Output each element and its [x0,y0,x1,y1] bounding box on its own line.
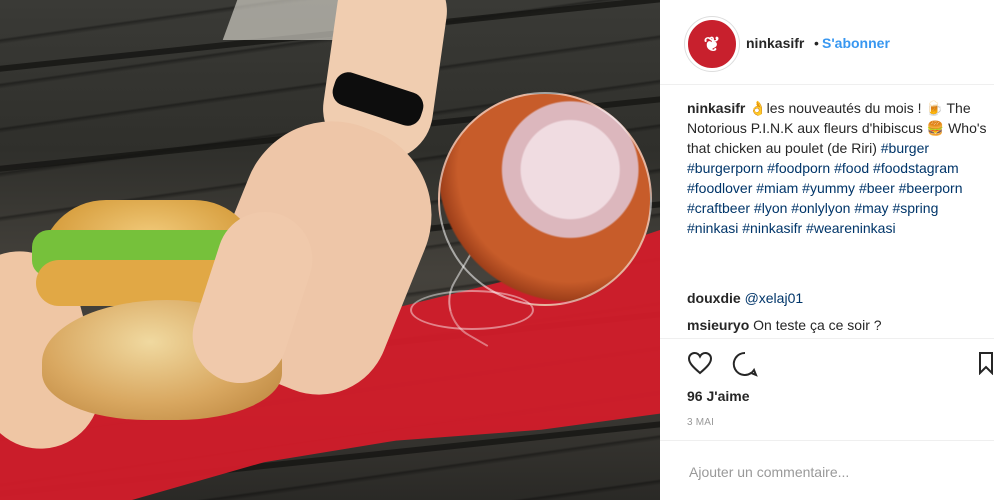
heart-icon[interactable] [687,351,713,379]
post-photo[interactable] [0,0,660,500]
like-count[interactable]: 96 J'aime [687,388,750,404]
speech-bubble-icon[interactable] [732,351,758,381]
post-date: 3 MAI [687,417,715,428]
comment-username[interactable]: douxdie [687,290,741,306]
header-username[interactable]: ninkasifr [746,35,804,51]
comment-text: On teste ça ce soir ? [753,317,882,333]
comment-username[interactable]: msieuryo [687,317,749,333]
post-header: ❦ ninkasifr • S'abonner [660,0,994,85]
instagram-post: ❦ ninkasifr • S'abonner ninkasifr 👌les n… [0,0,994,500]
ninkasi-logo-icon[interactable]: ❦ [685,17,739,71]
follow-button[interactable]: S'abonner [822,35,890,51]
beer-glass [438,92,652,306]
header-separator: • [814,35,819,51]
bookmark-icon[interactable] [978,351,994,379]
comment-input[interactable] [687,459,971,485]
comment-bar [660,440,994,501]
action-bar [660,338,994,379]
comment: douxdie @xelaj01 [687,288,803,308]
post-side-panel: ❦ ninkasifr • S'abonner ninkasifr 👌les n… [660,0,994,500]
comment-mention[interactable]: @xelaj01 [745,290,804,306]
caption-username[interactable]: ninkasifr [687,100,745,116]
comment: msieuryo On teste ça ce soir ? [687,315,882,335]
post-caption: ninkasifr 👌les nouveautés du mois ! 🍺 Th… [687,98,987,238]
